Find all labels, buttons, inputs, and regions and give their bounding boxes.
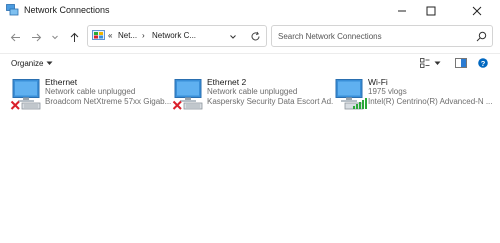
connection-status: Network cable unplugged [207,87,298,96]
connection-name: Ethernet [45,77,78,87]
connection-status: 1975 vlogs [368,87,407,96]
maximize-icon [426,6,435,15]
address-overflow-chevrons[interactable]: « [108,31,112,40]
help-icon[interactable]: ? [478,58,488,68]
refresh-icon[interactable] [250,31,261,42]
connection-device: Kaspersky Security Data Escort Ad... [207,97,333,106]
breadcrumb-segment-2[interactable]: Network C... [152,31,196,40]
minimize-button[interactable] [387,0,416,21]
minimize-icon [397,10,406,11]
organize-label: Organize [11,59,44,68]
chevron-down-icon [52,35,58,40]
connection-item-ethernet-2[interactable]: Ethernet 2 Network cable unplugged Kaspe… [172,77,333,113]
connections-view: Ethernet Network cable unplugged Broadco… [0,72,500,243]
connection-device: Intel(R) Centrino(R) Advanced-N ... [368,97,493,106]
recent-locations-button[interactable] [47,29,63,45]
search-box[interactable] [271,25,493,47]
ethernet-adapter-icon [172,79,203,110]
ethernet-adapter-icon [10,79,41,110]
command-bar: Organize ? [0,53,500,71]
arrow-left-icon [10,33,20,41]
connection-name: Ethernet 2 [207,77,247,87]
organize-menu-button[interactable]: Organize [11,59,53,68]
breadcrumb-separator: › [142,31,145,40]
preview-pane-icon[interactable] [455,58,467,68]
forward-button[interactable] [28,29,44,45]
caret-down-icon [46,61,53,65]
window-title: Network Connections [24,5,110,15]
title-bar: Network Connections [0,0,500,21]
connection-device: Broadcom NetXtreme 57xx Gigab... [45,97,171,106]
back-button[interactable] [7,29,23,45]
connection-status: Network cable unplugged [45,87,136,96]
connection-item-ethernet[interactable]: Ethernet Network cable unplugged Broadco… [10,77,171,113]
arrow-right-icon [31,33,41,41]
close-icon [472,6,481,15]
control-panel-icon [92,30,105,40]
svg-text:?: ? [481,59,486,68]
address-dropdown-icon[interactable] [229,33,237,41]
disconnected-x-icon [10,100,20,110]
close-button[interactable] [462,0,491,21]
connection-name: Wi-Fi [368,77,388,87]
maximize-button[interactable] [416,0,445,21]
address-bar[interactable]: « Net... › Network C... [87,25,267,47]
up-button[interactable] [66,29,82,45]
disconnected-x-icon [172,100,182,110]
arrow-up-icon [70,32,78,42]
view-options-icon[interactable] [420,58,430,68]
network-connections-icon [6,4,19,16]
view-dropdown-icon[interactable] [434,61,441,66]
wifi-adapter-icon [335,79,367,110]
search-icon[interactable] [476,31,487,42]
breadcrumb-segment-1[interactable]: Net... [118,31,137,40]
search-input[interactable] [278,30,468,43]
connection-item-wifi[interactable]: Wi-Fi 1975 vlogs Intel(R) Centrino(R) Ad… [333,77,493,113]
